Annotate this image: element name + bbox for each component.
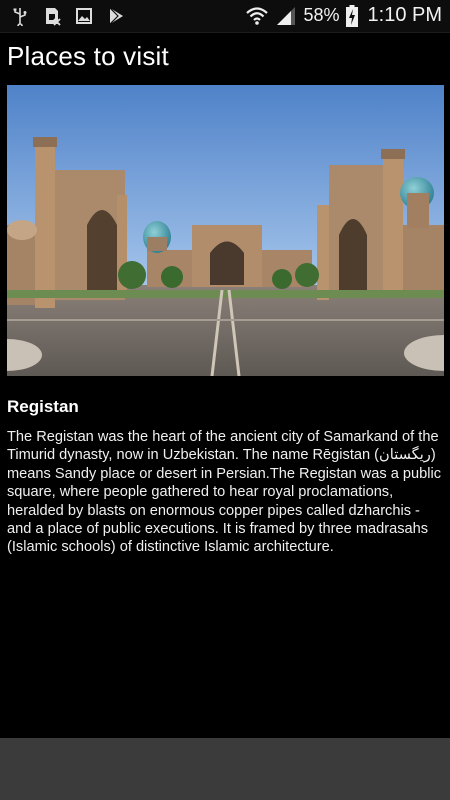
wifi-icon	[246, 6, 269, 25]
clock: 1:10 PM	[367, 4, 442, 26]
battery-charging-icon	[345, 4, 358, 27]
bottom-bar	[0, 738, 450, 800]
sim-error-icon	[46, 8, 61, 26]
place-photo	[7, 85, 444, 376]
system-status: 58% 1:10 PM	[245, 4, 442, 27]
usb-icon	[13, 8, 27, 26]
battery-percentage: 58%	[303, 5, 340, 25]
place-description: The Registan was the heart of the ancien…	[7, 429, 441, 556]
place-name: Registan	[7, 397, 79, 416]
notification-icons	[10, 6, 126, 26]
status-bar: 58% 1:10 PM	[0, 0, 450, 33]
action-bar: Places to visit	[0, 33, 450, 83]
page-title: Places to visit	[7, 41, 169, 71]
gallery-icon	[76, 8, 92, 24]
signal-icon	[277, 6, 296, 25]
play-store-icon	[109, 7, 123, 25]
